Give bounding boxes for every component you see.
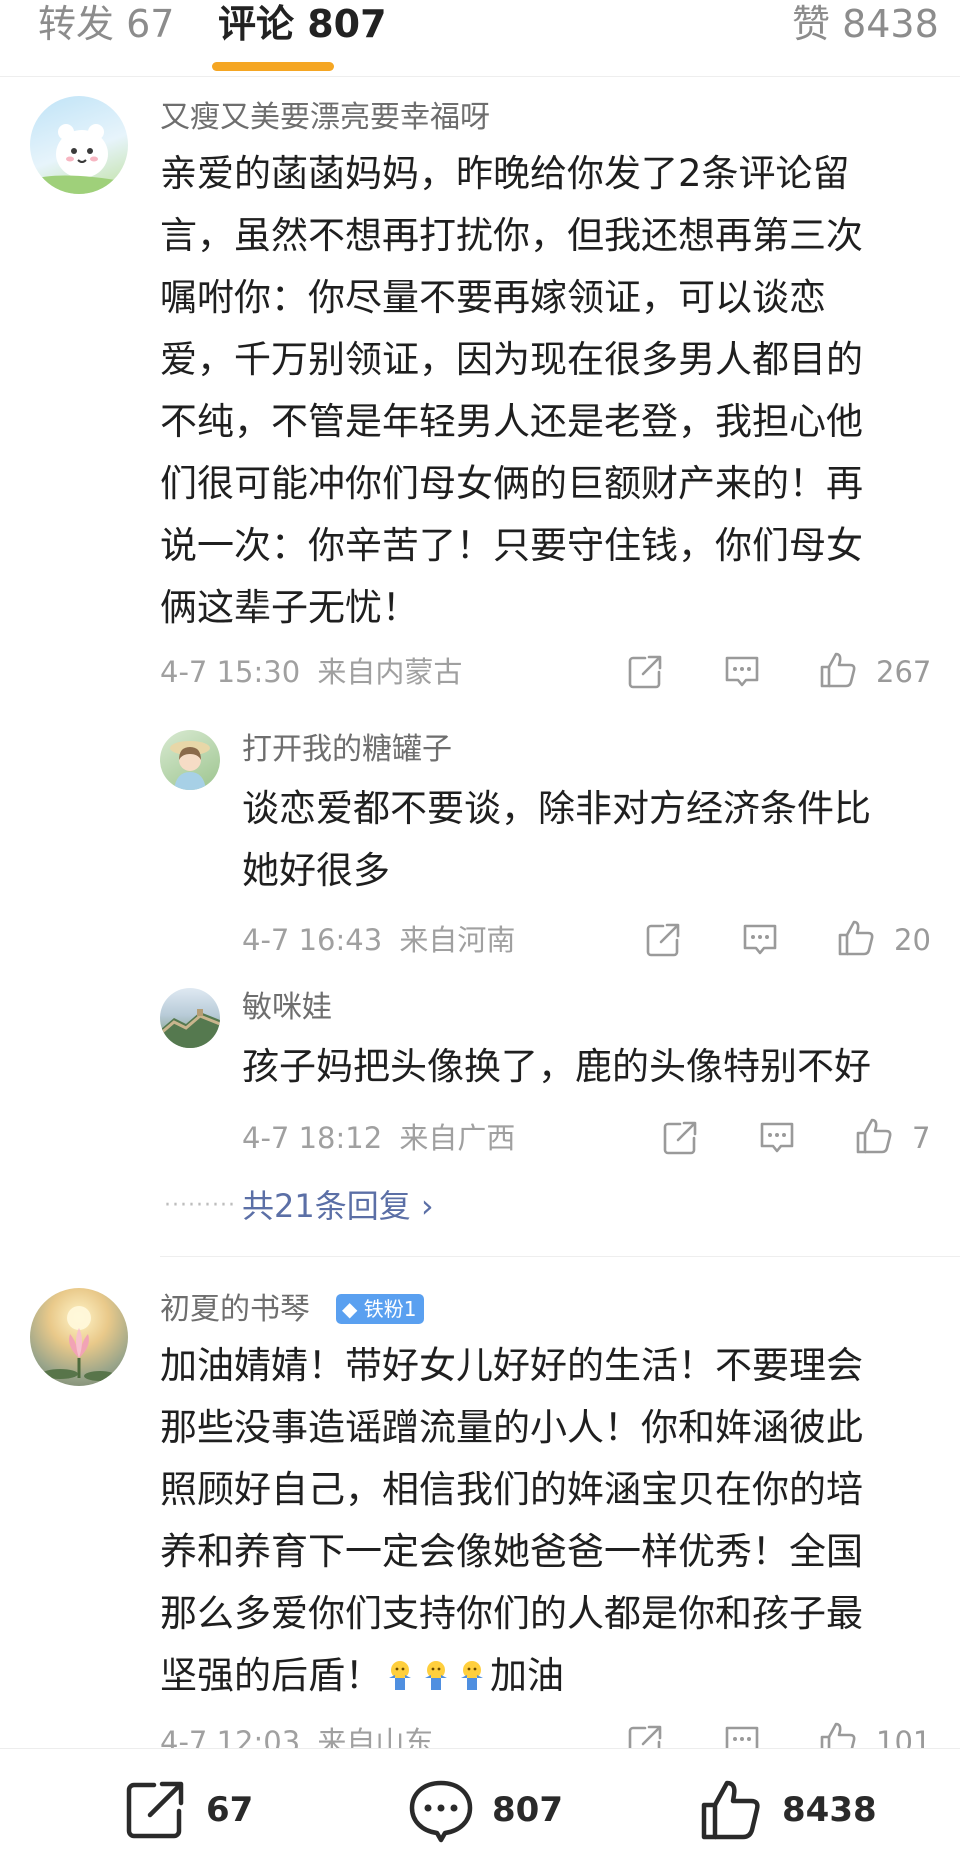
comment-line: 那些没事造谣蹭流量的小人！你和姩涵彼此	[160, 1406, 863, 1449]
bottom-action-bar: 67 807 8438	[0, 1748, 960, 1859]
like-icon[interactable]	[818, 650, 858, 690]
comment-line-last: 坚强的后盾！ 加油	[160, 1645, 863, 1707]
comment-body: 亲爱的菡菡妈妈，昨晚给你发了2条评论留 言，虽然不想再打扰你，但我还想再第三次 …	[160, 143, 863, 639]
comment-line: 亲爱的菡菡妈妈，昨晚给你发了2条评论留	[160, 152, 850, 195]
share-icon[interactable]	[625, 652, 665, 692]
active-tab-indicator	[212, 62, 334, 71]
share-icon[interactable]	[643, 920, 683, 960]
reply-location: 来自广西	[399, 1121, 516, 1155]
reply-body: 谈恋爱都不要谈，除非对方经济条件比 她好很多	[242, 778, 871, 902]
tab-like[interactable]: 赞 8438	[792, 0, 939, 48]
comment-location: 来自内蒙古	[317, 655, 463, 689]
comment-time: 4-7 15:30	[160, 655, 301, 689]
comment-line: 照顾好自己，相信我们的姩涵宝贝在你的培	[160, 1468, 863, 1511]
comment-line: 爱，千万别领证，因为现在很多男人都目的	[160, 338, 863, 381]
fan-badge: ◆ 铁粉1	[336, 1294, 425, 1324]
like-total-count[interactable]: 8438	[782, 1789, 877, 1831]
fan-badge-label: 铁粉1	[363, 1297, 417, 1321]
lotus-avatar[interactable]	[30, 1288, 128, 1386]
comment-divider	[160, 1256, 960, 1257]
comment-line: 嘱咐你：你尽量不要再嫁领证，可以谈恋	[160, 276, 826, 319]
comment-username[interactable]: 又瘦又美要漂亮要幸福呀	[160, 100, 490, 136]
girl-icon	[170, 741, 210, 790]
comment-body: 加油婧婧！带好女儿好好的生活！不要理会 那些没事造谣蹭流量的小人！你和姩涵彼此 …	[160, 1335, 863, 1707]
reply-body: 孩子妈把头像换了，鹿的头像特别不好	[242, 1036, 871, 1098]
comment-line: 言，虽然不想再打扰你，但我还想再第三次	[160, 214, 863, 257]
reply-time: 4-7 18:12	[242, 1121, 383, 1155]
repost-count[interactable]: 67	[206, 1789, 253, 1831]
comment-icon[interactable]	[757, 1118, 797, 1158]
bear-avatar[interactable]	[30, 96, 128, 194]
tab-repost[interactable]: 转发 67	[38, 0, 174, 48]
tab-comment[interactable]: 评论 807	[218, 0, 387, 48]
reply-location: 来自河南	[399, 923, 516, 957]
reply-line: 谈恋爱都不要谈，除非对方经济条件比	[242, 787, 871, 830]
great-wall-icon	[160, 1009, 220, 1048]
reply-time: 4-7 16:43	[242, 923, 383, 957]
like-count: 7	[912, 1121, 931, 1155]
comment-meta: 4-7 15:30 来自内蒙古	[160, 654, 462, 690]
cheer-emoji-icon	[421, 1649, 451, 1690]
tab-bar: 转发 67 评论 807 赞 8438	[0, 0, 960, 77]
great-wall-avatar[interactable]	[160, 988, 220, 1048]
bear-icon	[30, 124, 128, 194]
reply-meta: 4-7 16:43 来自河南	[242, 922, 515, 958]
like-count: 267	[876, 655, 932, 689]
reply-username[interactable]: 敏咪娃	[242, 990, 332, 1026]
comment-username[interactable]: 初夏的书琴	[160, 1292, 310, 1328]
cheer-emoji-icon	[457, 1649, 487, 1690]
comment-line: 俩这辈子无忧！	[160, 586, 419, 629]
share-icon[interactable]	[660, 1118, 700, 1158]
like-count: 20	[894, 923, 931, 957]
lotus-icon	[42, 1306, 116, 1381]
reply-username[interactable]: 打开我的糖罐子	[242, 732, 452, 768]
comment-line: 那么多爱你们支持你们的人都是你和孩子最	[160, 1592, 863, 1635]
like-icon[interactable]	[854, 1116, 894, 1156]
reply-dots: ·········	[164, 1193, 236, 1218]
reply-line: 孩子妈把头像换了，鹿的头像特别不好	[242, 1045, 871, 1088]
comment-count[interactable]: 807	[492, 1789, 563, 1831]
cheer-emoji-icon	[385, 1649, 415, 1690]
comment-line: 不纯，不管是年轻男人还是老登，我担心他	[160, 400, 863, 443]
comment-line: 加油婧婧！带好女儿好好的生活！不要理会	[160, 1344, 863, 1387]
comment-line: 养和养育下一定会像她爸爸一样优秀！全国	[160, 1530, 863, 1573]
thumbs-up-icon[interactable]	[698, 1777, 764, 1843]
diamond-icon: ◆	[342, 1297, 358, 1321]
girl-avatar[interactable]	[160, 730, 220, 790]
comment-bubble-icon[interactable]	[408, 1777, 474, 1843]
comment-icon[interactable]	[740, 920, 780, 960]
reply-meta: 4-7 18:12 来自广西	[242, 1120, 515, 1156]
comment-line: 说一次：你辛苦了！只要守住钱，你们母女	[160, 524, 863, 567]
comment-line-suffix: 加油	[490, 1654, 564, 1697]
comment-line: 坚强的后盾！	[160, 1654, 382, 1697]
comment-icon[interactable]	[722, 652, 762, 692]
more-replies-link[interactable]: 共21条回复 ›	[242, 1186, 434, 1226]
comment-line: 们很可能冲你们母女俩的巨额财产来的！再	[160, 462, 863, 505]
repost-icon[interactable]	[122, 1777, 188, 1843]
reply-line: 她好很多	[242, 849, 390, 892]
like-icon[interactable]	[836, 918, 876, 958]
